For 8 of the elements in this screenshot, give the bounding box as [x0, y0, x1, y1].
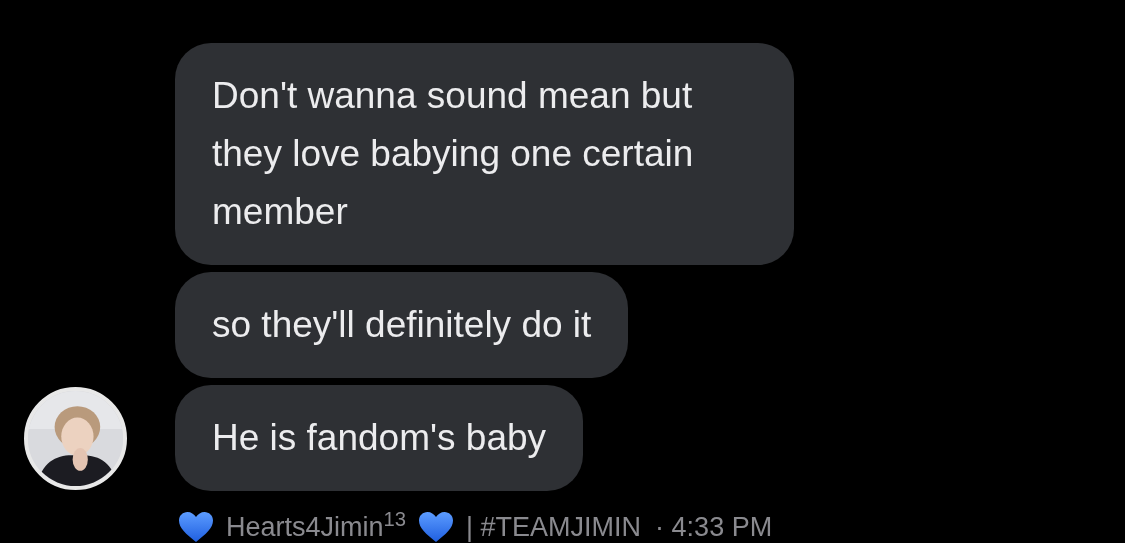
timestamp: · 4:33 PM — [655, 511, 773, 543]
message-bubble: He is fandom's baby — [175, 385, 584, 491]
heart-icon — [418, 511, 455, 543]
message-bubble: so they'll definitely do it — [175, 272, 629, 378]
message-bubble: Don't wanna sound mean but they love babying one certain member — [175, 43, 794, 265]
sender-name[interactable]: Hearts4Jimin$^{13}$ — [226, 507, 407, 543]
heart-icon — [178, 511, 214, 543]
team-tag: | #TEAMJIMIN — [466, 507, 642, 543]
